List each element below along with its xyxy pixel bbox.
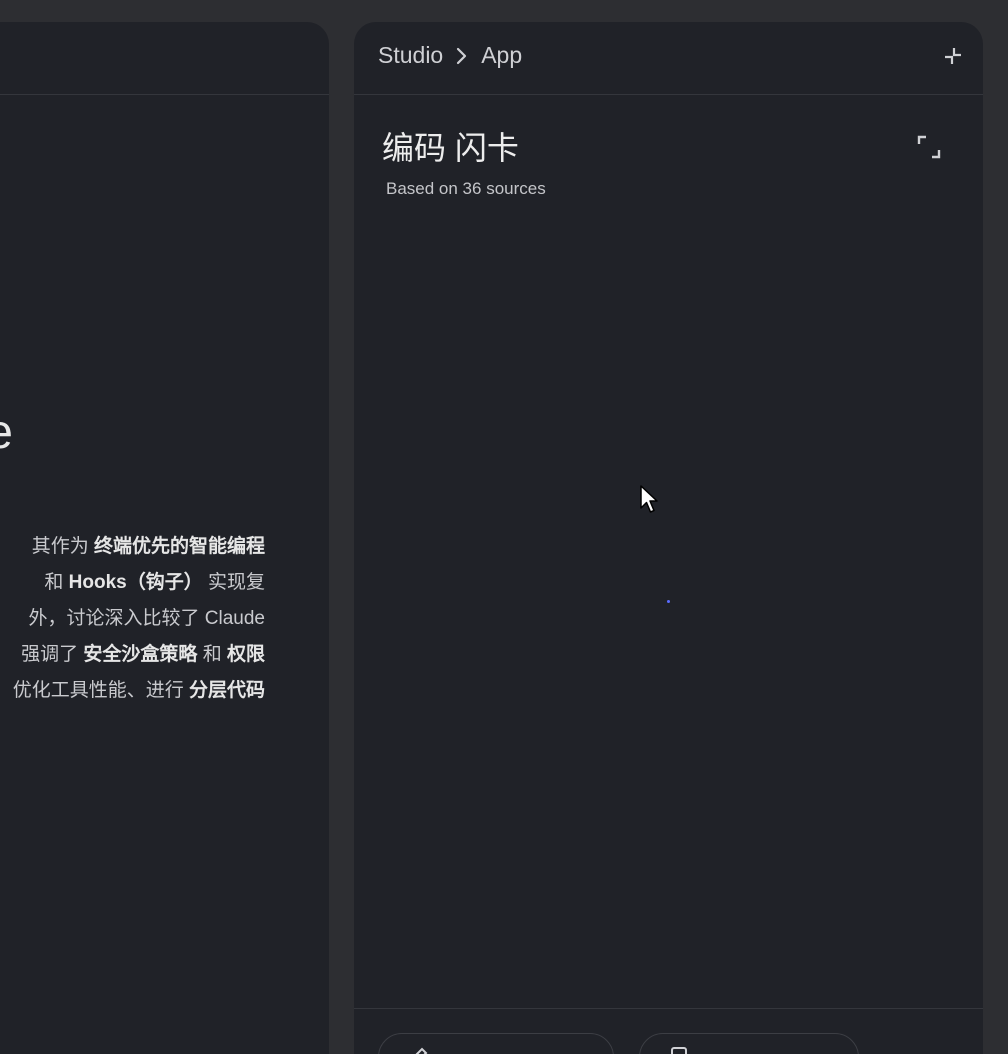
studio-panel-header: Studio App (354, 22, 983, 95)
summary-bold-text: 安全沙盒策略 (83, 644, 198, 665)
collapse-icon (943, 46, 963, 71)
chevron-right-icon (451, 45, 473, 67)
app-root: e 其作为 终端优先的智能编程 和 Hooks（钩子） 实现复外，讨论深入比较了… (0, 0, 1008, 1054)
summary-text-run: 实现复 (202, 572, 265, 593)
summary-line: 优化工具性能、进行 分层代码 (13, 673, 265, 709)
summary-line: 外，讨论深入比较了 Claude (29, 601, 266, 637)
fullscreen-icon (917, 135, 941, 164)
loading-indicator (667, 600, 670, 603)
summary-line: 和 Hooks（钩子） 实现复 (44, 565, 265, 601)
studio-panel: Studio App 编码 闪卡 Based on 36 sources (354, 22, 983, 1054)
left-panel-title-text: e (0, 404, 13, 462)
left-panel: e 其作为 终端优先的智能编程 和 Hooks（钩子） 实现复外，讨论深入比较了… (0, 22, 329, 1054)
summary-bold-text: Hooks（钩子） (68, 572, 203, 593)
summary-text-run: 和 (44, 572, 69, 593)
edit-icon (407, 1046, 429, 1054)
summary-text-run: 强调了 (21, 644, 84, 665)
fullscreen-button[interactable] (915, 135, 943, 163)
content-title: 编码 闪卡 (382, 130, 519, 166)
breadcrumb-root[interactable]: Studio (378, 42, 443, 69)
footer-action-button-2[interactable] (639, 1033, 859, 1054)
studio-panel-footer (354, 1008, 983, 1054)
content-subtitle: Based on 36 sources (386, 179, 546, 198)
summary-text-run: 优化工具性能、进行 (12, 680, 189, 701)
left-panel-header (0, 22, 329, 95)
summary-bold-text: 分层代码 (188, 680, 265, 701)
collapse-button[interactable] (941, 46, 965, 70)
document-icon (668, 1046, 690, 1054)
summary-text-run: 和 (197, 644, 227, 665)
summary-text-run: 其作为 (31, 536, 94, 557)
summary-bold-text: 终端优先的智能编程 (93, 536, 265, 557)
breadcrumb: Studio App (378, 42, 522, 69)
summary-line: 强调了 安全沙盒策略 和 权限 (21, 637, 265, 673)
summary-bold-text: 权限 (226, 644, 265, 665)
breadcrumb-current: App (481, 42, 523, 68)
footer-action-button-1[interactable] (378, 1033, 614, 1054)
left-panel-title: e (0, 404, 329, 462)
summary-line: 其作为 终端优先的智能编程 (32, 529, 265, 565)
summary-text-run: 外，讨论深入比较了 Claude (28, 608, 266, 629)
